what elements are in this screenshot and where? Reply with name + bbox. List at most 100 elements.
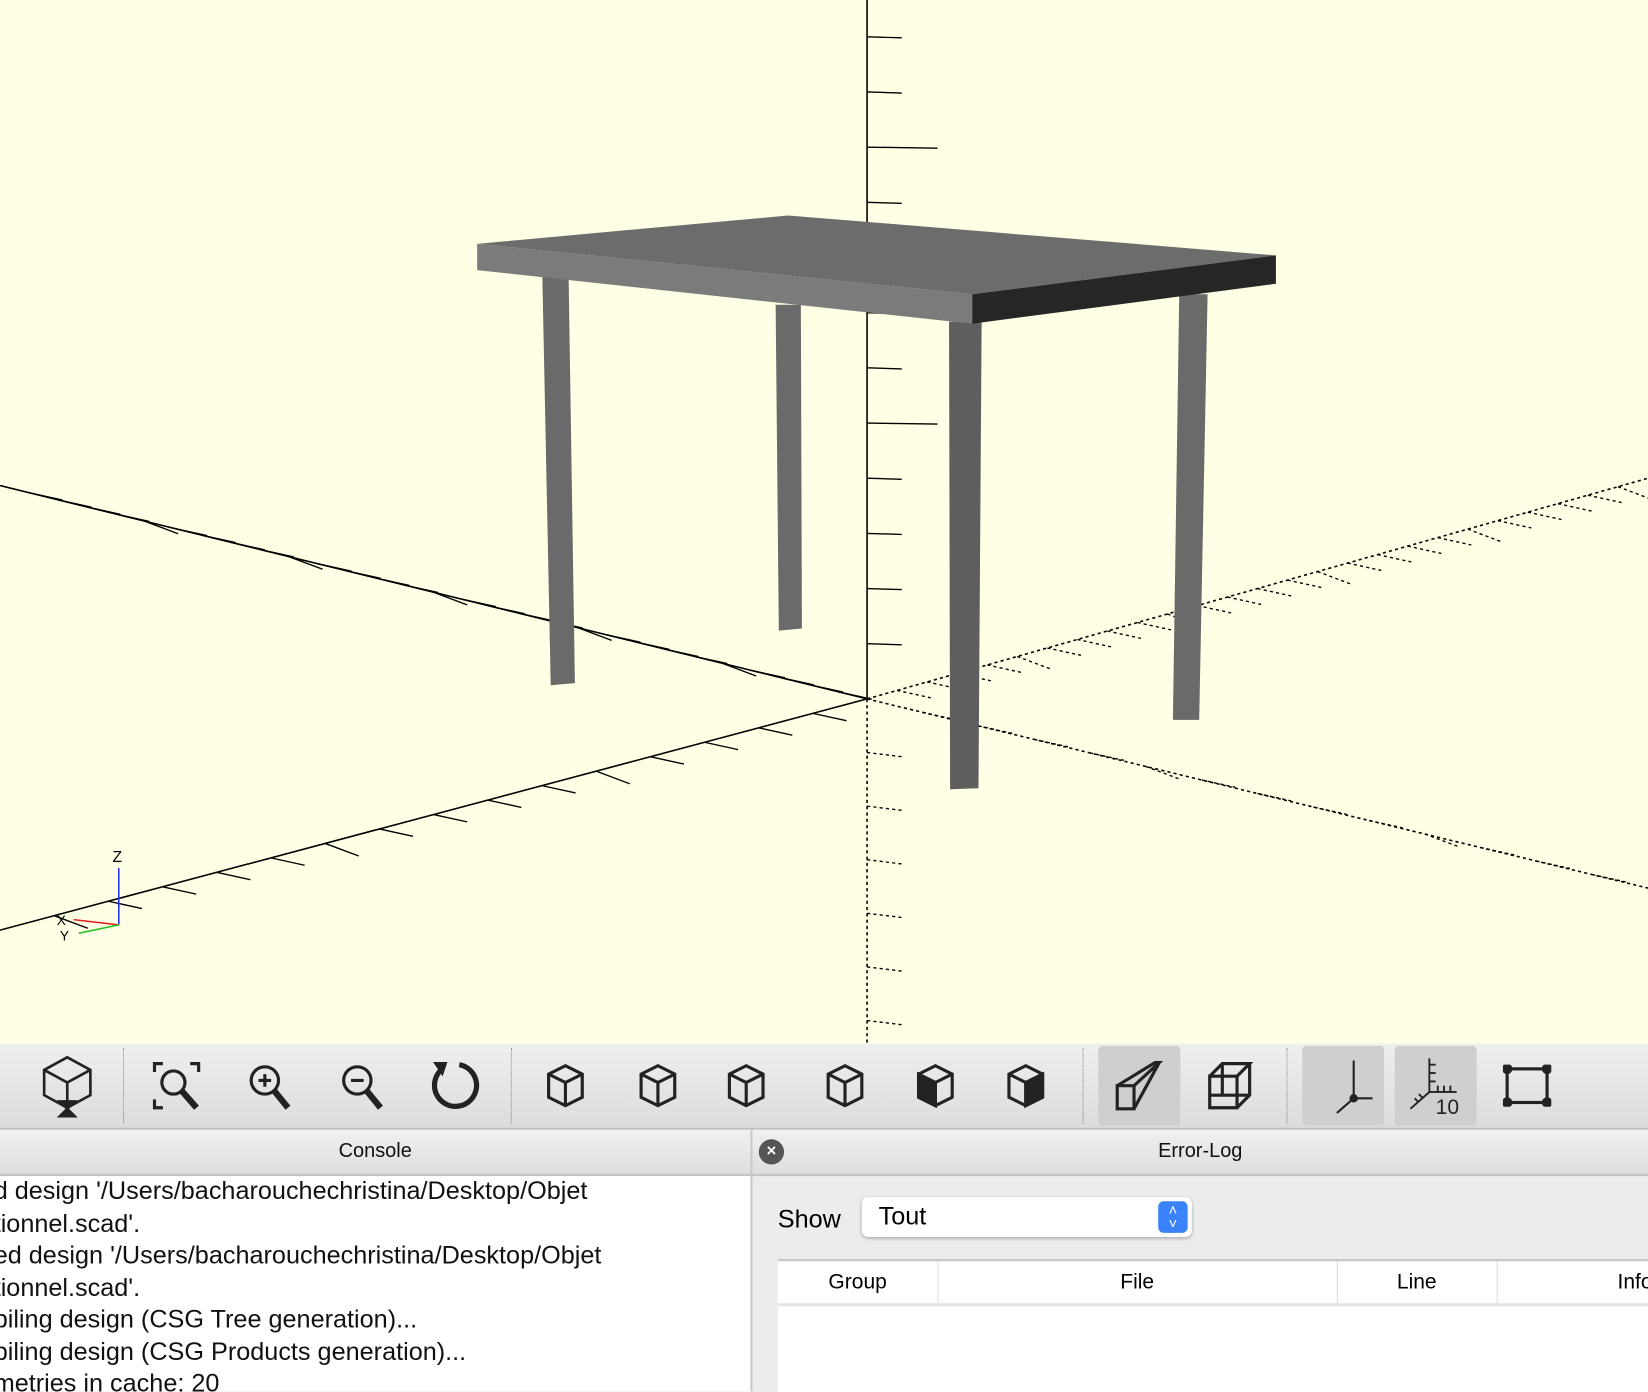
tick-mark: [1467, 528, 1502, 543]
tick-mark: [1107, 630, 1142, 640]
tick-mark: [1047, 647, 1082, 657]
view-left-button[interactable]: [805, 1046, 887, 1126]
tick-mark: [809, 684, 844, 693]
leg-right: [1172, 294, 1208, 720]
tick-mark: [108, 900, 143, 910]
zoom-fit-icon: [152, 1062, 201, 1110]
tick-mark: [324, 842, 360, 857]
cube-bottom-icon: [727, 1063, 765, 1108]
cube-hourglass-icon: [42, 1055, 92, 1118]
scene: Z X Y: [0, 0, 1648, 1044]
tick-mark: [866, 966, 902, 972]
tick-mark: [1617, 486, 1648, 499]
console-line: tionnel.scad'.: [0, 1273, 141, 1302]
leg-left: [542, 275, 575, 686]
tick-mark: [867, 36, 902, 39]
tick-mark: [1407, 545, 1442, 555]
scale-ticks: [28, 36, 1648, 1026]
tick-mark: [1377, 553, 1412, 563]
tick-mark: [1227, 596, 1262, 606]
show-label: Show: [777, 1205, 841, 1234]
tick-mark: [216, 871, 251, 881]
tick-mark: [162, 886, 197, 895]
tick-mark: [1197, 604, 1232, 614]
console-line: piling design (CSG Products generation).…: [0, 1337, 467, 1366]
view-bottom-button[interactable]: [706, 1046, 788, 1126]
tick-mark: [867, 587, 902, 591]
reset-view-button[interactable]: [414, 1046, 496, 1126]
tick-mark: [1287, 579, 1322, 589]
tick-mark: [433, 813, 468, 823]
gizmo-x-label: X: [57, 913, 66, 928]
view-back-button[interactable]: [986, 1046, 1068, 1126]
view-right-button[interactable]: [526, 1046, 608, 1126]
view-top-button[interactable]: [618, 1046, 700, 1126]
tick-mark: [595, 770, 630, 785]
zoom-out-button[interactable]: [322, 1046, 404, 1126]
tick-mark: [173, 527, 208, 537]
close-panel-button[interactable]: ×: [758, 1139, 785, 1165]
cube-front-icon: [916, 1063, 954, 1109]
console-line: metries in cache: 20: [0, 1369, 220, 1392]
tick-mark: [866, 859, 902, 865]
column-group[interactable]: Group: [778, 1261, 939, 1304]
show-edges-button[interactable]: [1486, 1046, 1568, 1126]
console-title: Console: [0, 1129, 751, 1177]
cube-left-icon: [826, 1063, 864, 1108]
tick-mark: [758, 727, 793, 736]
show-axes-button[interactable]: [1302, 1045, 1385, 1126]
zoom-in-button[interactable]: [229, 1046, 311, 1126]
view-all-button[interactable]: [136, 1046, 218, 1126]
tick-mark: [866, 751, 902, 758]
show-filter-select[interactable]: Tout ˄ ˅: [861, 1197, 1192, 1238]
tick-mark: [375, 577, 410, 587]
tick-mark: [780, 676, 815, 686]
tick-mark: [1497, 519, 1532, 529]
tick-mark: [867, 477, 902, 480]
error-log-title: Error-Log: [752, 1129, 1648, 1177]
tick-mark: [57, 499, 92, 508]
table-model: [477, 215, 1276, 790]
leg-front: [949, 321, 982, 790]
tick-mark: [867, 91, 902, 94]
render-button[interactable]: [26, 1046, 108, 1126]
tick-mark: [462, 598, 497, 608]
orthogonal-icon: [1208, 1062, 1254, 1110]
console-line: d design '/Users/bacharouchechristina/De…: [0, 1177, 588, 1206]
tick-mark: [317, 563, 352, 572]
tick-mark: [379, 828, 414, 838]
console-output[interactable]: d design '/Users/bacharouchechristina/De…: [0, 1176, 750, 1392]
tick-mark: [86, 506, 121, 515]
tick-mark: [867, 422, 938, 425]
tick-mark: [650, 756, 685, 765]
select-arrows-icon: ˄ ˅: [1158, 1201, 1188, 1233]
tick-mark: [867, 532, 902, 536]
tick-mark: [867, 146, 938, 149]
zoom-out-icon: [342, 1065, 383, 1110]
tick-mark: [1347, 562, 1382, 572]
tick-mark: [1317, 570, 1352, 585]
cube-right-icon: [547, 1063, 584, 1108]
gizmo-y-label: Y: [60, 929, 69, 944]
rotate-icon: [431, 1062, 480, 1109]
show-scale-button[interactable]: 10: [1394, 1045, 1477, 1126]
3d-viewport[interactable]: Z X Y: [0, 0, 1648, 1044]
orthogonal-button[interactable]: [1191, 1046, 1273, 1126]
console-line: ed design '/Users/bacharouchechristina/D…: [0, 1241, 602, 1270]
column-info[interactable]: Info: [1497, 1261, 1648, 1303]
tick-mark: [987, 664, 1021, 673]
tick-mark: [1137, 621, 1172, 631]
edges-icon: [1502, 1064, 1552, 1107]
tick-mark: [520, 612, 555, 622]
tick-mark: [115, 513, 150, 523]
tick-mark: [867, 367, 902, 370]
perspective-button[interactable]: [1098, 1045, 1181, 1126]
tick-mark: [866, 805, 902, 811]
column-file[interactable]: File: [937, 1261, 1338, 1304]
console-line: tionnel.scad'.: [0, 1209, 141, 1238]
view-front-button[interactable]: [895, 1046, 977, 1126]
tick-mark: [866, 912, 902, 919]
column-line[interactable]: Line: [1337, 1261, 1498, 1304]
error-log-panel: Error-Log × Show Tout ˄ ˅ Group File Line …: [752, 1129, 1648, 1392]
tick-mark: [202, 534, 237, 544]
